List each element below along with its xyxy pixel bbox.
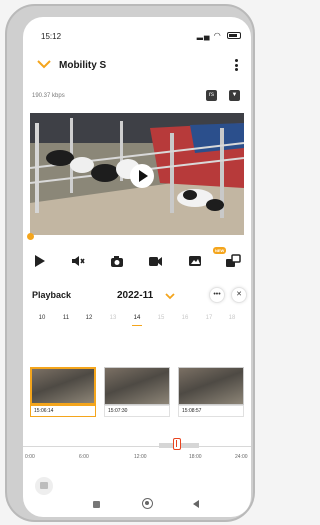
recording-time: 15:08:57 <box>178 405 244 417</box>
system-nav-bar <box>23 495 251 517</box>
close-button[interactable]: ✕ <box>231 287 247 303</box>
speaker-icon[interactable] <box>70 253 86 269</box>
play-overlay-button[interactable] <box>130 164 154 188</box>
timeline-tick: 6:00 <box>79 454 89 460</box>
timeline-track <box>23 446 251 447</box>
more-button[interactable]: ••• <box>209 287 225 303</box>
app-screen: 15:12 ▂▄ ◠ Mobility S 190.37 kbps rs ▼ N… <box>23 17 251 517</box>
record-video-icon[interactable] <box>147 253 163 269</box>
chevron-down-icon[interactable] <box>37 59 51 69</box>
timeline-tick: 0:00 <box>25 454 35 460</box>
video-progress-handle[interactable] <box>27 233 34 240</box>
day-item[interactable]: 15 <box>152 315 170 321</box>
phone-frame: 15:12 ▂▄ ◠ Mobility S 190.37 kbps rs ▼ N… <box>5 4 255 522</box>
thumbnail-image <box>104 367 170 405</box>
status-bar: 15:12 ▂▄ ◠ <box>23 17 251 55</box>
recording-thumbnails: 15:06:14 15:07:30 15:08:57 <box>23 367 251 417</box>
battery-icon <box>227 32 241 39</box>
playback-timeline[interactable]: 0:00 6:00 12:00 18:00 24:00 <box>23 431 251 465</box>
camera-icon[interactable] <box>109 253 125 269</box>
day-item[interactable]: 16 <box>176 315 194 321</box>
month-selector[interactable]: 2022-11 <box>117 290 153 301</box>
day-item[interactable]: 13 <box>104 315 122 321</box>
gallery-icon[interactable] <box>187 253 203 269</box>
month-chevron-icon[interactable] <box>165 293 175 300</box>
calendar-floating-button[interactable] <box>35 477 53 495</box>
playback-header: Playback 2022-11 ••• ✕ <box>23 285 251 309</box>
app-header: Mobility S <box>23 55 251 81</box>
timeline-tick: 12:00 <box>134 454 147 460</box>
recording-time: 15:07:30 <box>104 405 170 417</box>
signal-icon: ▂▄ <box>196 31 211 40</box>
video-player[interactable] <box>30 113 244 235</box>
recents-icon[interactable] <box>93 501 100 508</box>
thumbnail-image <box>178 367 244 405</box>
day-item[interactable]: 10 <box>33 315 51 321</box>
status-time: 15:12 <box>41 32 62 41</box>
play-icon[interactable] <box>32 253 48 269</box>
status-icons: ▂▄ ◠ <box>197 31 241 40</box>
home-icon[interactable] <box>142 498 153 509</box>
day-item[interactable]: 12 <box>80 315 98 321</box>
day-item[interactable]: 17 <box>200 315 218 321</box>
recording-thumbnail[interactable]: 15:08:57 <box>178 367 244 417</box>
thumbnail-image <box>30 367 96 405</box>
day-selector: 10 11 12 13 14 15 16 17 18 <box>23 313 251 331</box>
resolution-button[interactable]: rs <box>206 90 217 101</box>
quality-button[interactable]: ▼ <box>229 90 240 101</box>
recording-time: 15:06:14 <box>30 405 96 417</box>
recording-thumbnail[interactable]: 15:06:14 <box>30 367 96 417</box>
playback-title: Playback <box>32 290 72 300</box>
stream-info-bar: 190.37 kbps rs ▼ <box>23 89 251 105</box>
device-title: Mobility S <box>59 60 107 71</box>
timeline-tick: 18:00 <box>189 454 202 460</box>
recording-thumbnail[interactable]: 15:07:30 <box>104 367 170 417</box>
more-options-icon[interactable] <box>233 58 239 72</box>
back-icon[interactable] <box>193 500 199 508</box>
player-controls: NEW <box>23 247 251 275</box>
timeline-cursor[interactable] <box>173 438 181 450</box>
day-item-selected[interactable]: 14 <box>128 315 146 326</box>
wifi-icon: ◠ <box>213 31 222 40</box>
day-item[interactable]: 18 <box>223 315 241 321</box>
timeline-tick: 24:00 <box>235 454 248 460</box>
bitrate-text: 190.37 kbps <box>32 93 65 99</box>
day-item[interactable]: 11 <box>57 315 75 321</box>
multi-screen-icon[interactable] <box>225 253 241 269</box>
